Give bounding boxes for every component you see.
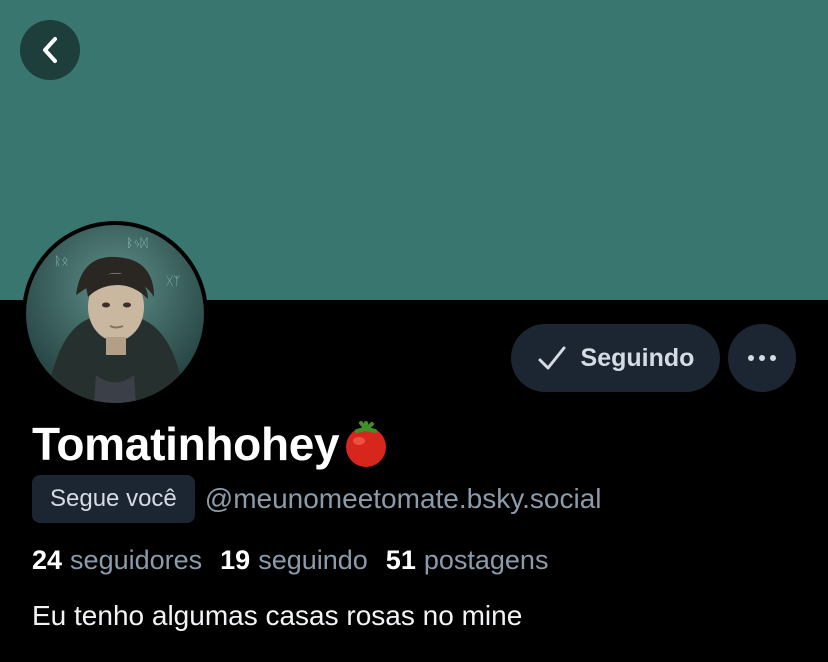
- avatar-image: ᚱᛟ ᛒᛃᛞ ᚷᛉ: [26, 225, 204, 403]
- following-button-label: Seguindo: [580, 343, 695, 372]
- followers-stat[interactable]: 24 seguidores: [32, 545, 202, 576]
- handle[interactable]: @meunomeetomate.bsky.social: [205, 483, 602, 515]
- back-button[interactable]: [20, 20, 80, 80]
- posts-label: postagens: [423, 544, 549, 575]
- followers-label: seguidores: [70, 544, 203, 575]
- display-name-text: Tomatinhohey: [32, 418, 340, 470]
- chevron-left-icon: [43, 37, 57, 63]
- svg-text:ᚱᛟ: ᚱᛟ: [54, 254, 68, 268]
- display-name: Tomatinhohey: [32, 414, 391, 474]
- follows-you-badge: Segue você: [32, 475, 195, 523]
- profile-bio: Eu tenho algumas casas rosas no mine: [32, 600, 523, 631]
- following-label: seguindo: [258, 544, 368, 575]
- following-stat[interactable]: 19 seguindo: [220, 545, 368, 576]
- ellipsis-icon: [748, 355, 776, 361]
- followers-count: 24: [32, 544, 63, 575]
- handle-row: Segue você @meunomeetomate.bsky.social: [32, 475, 602, 523]
- following-count: 19: [220, 544, 251, 575]
- svg-text:ᛒᛃᛞ: ᛒᛃᛞ: [126, 236, 148, 250]
- svg-text:ᚷᛉ: ᚷᛉ: [166, 274, 180, 288]
- check-icon: [538, 346, 566, 370]
- posts-stat: 51 postagens: [386, 545, 549, 576]
- tomato-icon: [346, 421, 387, 467]
- profile-stats: 24 seguidores 19 seguindo 51 postagens: [32, 540, 566, 580]
- following-button[interactable]: Seguindo: [511, 324, 720, 392]
- avatar[interactable]: ᚱᛟ ᛒᛃᛞ ᚷᛉ: [22, 221, 208, 407]
- more-options-button[interactable]: [728, 324, 796, 392]
- posts-count: 51: [385, 544, 416, 575]
